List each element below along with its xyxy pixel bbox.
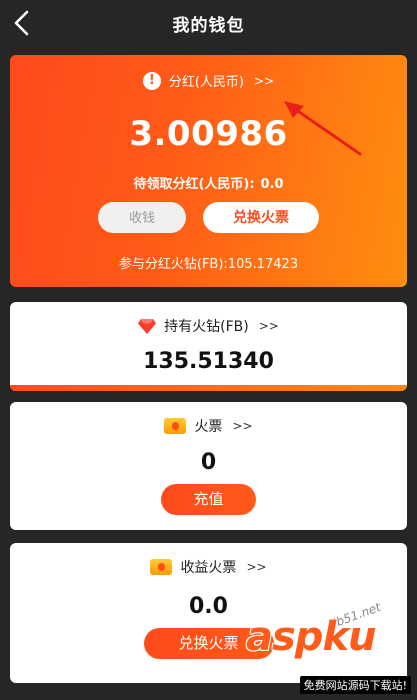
- earnings-more-link[interactable]: >>: [246, 560, 266, 574]
- earnings-header[interactable]: 收益火票 >>: [10, 557, 407, 577]
- tickets-label: 火票: [194, 419, 223, 435]
- dividend-label: 分红(人民币): [168, 75, 245, 90]
- card-accent-bar: [10, 385, 407, 391]
- collect-button[interactable]: 收钱: [98, 202, 186, 233]
- diamond-icon: [138, 318, 157, 334]
- recharge-button[interactable]: 充值: [161, 484, 256, 515]
- exclamation-circle-icon: !: [142, 71, 161, 90]
- dividend-card: ! 分红(人民币) >> 3.00986 待领取分红(人民币): 0.0 收钱 兑…: [10, 55, 407, 287]
- dividend-more-link[interactable]: >>: [254, 74, 274, 88]
- tickets-more-link[interactable]: >>: [232, 419, 252, 433]
- page-title: 我的钱包: [172, 15, 245, 36]
- pending-dividend: 待领取分红(人民币): 0.0: [10, 173, 407, 192]
- tickets-actions: 充值: [10, 484, 407, 515]
- diamonds-header: 持有火钻(FB) >>: [10, 316, 407, 336]
- earnings-label: 收益火票: [180, 560, 237, 576]
- dividend-header[interactable]: ! 分红(人民币) >>: [10, 71, 407, 90]
- tickets-value: 0: [200, 450, 217, 475]
- watermark: jb51.net aspku 免费网站源码下载站!: [232, 600, 417, 700]
- tickets-header[interactable]: 火票 >>: [10, 416, 407, 436]
- watermark-logo-part2: ku: [322, 614, 376, 660]
- fire-ticket-icon: [164, 418, 187, 434]
- top-bar: 我的钱包: [0, 0, 417, 46]
- watermark-logo: aspku: [246, 614, 377, 660]
- diamonds-card[interactable]: 持有火钻(FB) >> 135.51340: [10, 302, 407, 391]
- back-button[interactable]: [10, 9, 34, 37]
- watermark-subtitle: 免费网站源码下载站!: [299, 676, 411, 694]
- fire-ticket-icon: [150, 559, 173, 575]
- pending-dividend-value: 0.0: [260, 177, 284, 192]
- tickets-card: 火票 >> 0 充值: [10, 402, 407, 530]
- diamonds-value: 135.51340: [143, 349, 274, 374]
- annotation-arrow-icon: [284, 101, 362, 156]
- watermark-logo-part1: asp: [246, 614, 323, 660]
- pending-dividend-label: 待领取分红(人民币):: [133, 177, 255, 192]
- dividend-actions: 收钱 兑换火票: [10, 202, 407, 233]
- participating-fb: 参与分红火钻(FB):105.17423: [118, 257, 299, 272]
- chevron-left-icon: [14, 10, 29, 36]
- exchange-tickets-button[interactable]: 兑换火票: [203, 202, 319, 233]
- diamonds-more-link[interactable]: >>: [259, 319, 279, 333]
- diamonds-label: 持有火钻(FB): [164, 319, 249, 335]
